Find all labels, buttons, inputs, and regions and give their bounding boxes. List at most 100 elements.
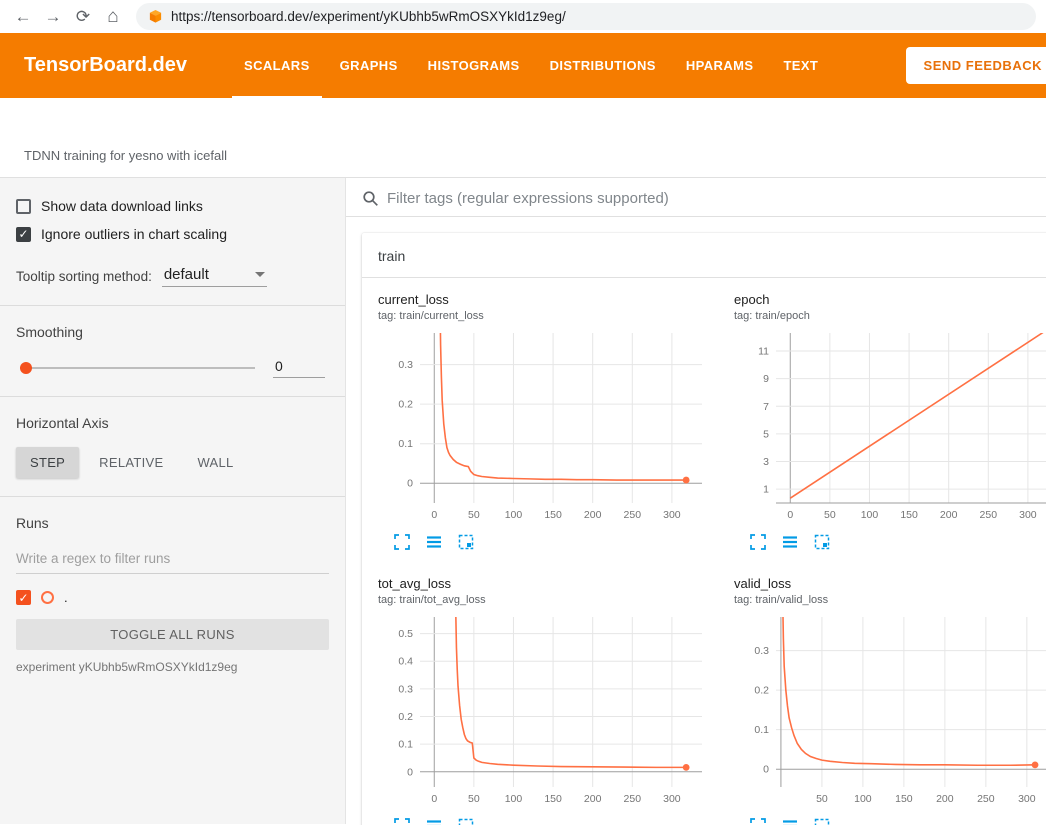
svg-text:100: 100 [854,793,872,805]
run-color-swatch-icon[interactable] [41,591,54,604]
svg-text:250: 250 [980,509,998,521]
tab-histograms[interactable]: HISTOGRAMS [413,33,535,98]
divider [0,496,345,497]
expand-chart-icon[interactable] [750,818,766,825]
tag-filter-input[interactable] [387,190,1038,207]
chart-card-valid-loss: valid_loss tag: train/valid_loss 5010015… [734,576,1046,825]
axis-relative-button[interactable]: RELATIVE [85,447,177,478]
svg-text:0: 0 [407,478,413,490]
svg-text:7: 7 [763,401,769,413]
chart-title: current_loss [378,292,708,307]
url-text: https://tensorboard.dev/experiment/yKUbh… [171,9,566,24]
svg-text:150: 150 [544,793,562,805]
svg-text:0.2: 0.2 [754,685,769,697]
ignore-outliers-checkbox[interactable]: ✓ Ignore outliers in chart scaling [16,226,329,242]
chart-title: tot_avg_loss [378,576,708,591]
tab-hparams[interactable]: HPARAMS [671,33,769,98]
horizontal-axis-buttons: STEP RELATIVE WALL [16,447,329,478]
svg-text:0: 0 [431,509,437,521]
svg-text:5: 5 [763,428,769,440]
expand-runs-icon[interactable] [426,534,442,550]
back-icon[interactable]: ← [10,4,36,30]
expand-runs-icon[interactable] [782,534,798,550]
line-chart-current-loss[interactable]: 05010015020025030000.10.20.3 [378,328,708,526]
show-download-links-checkbox[interactable]: Show data download links [16,198,329,214]
expand-runs-icon[interactable] [782,818,798,825]
checkbox-unchecked-icon[interactable] [16,199,31,214]
svg-text:0.3: 0.3 [398,359,413,371]
svg-text:50: 50 [468,509,480,521]
address-bar[interactable]: https://tensorboard.dev/experiment/yKUbh… [136,3,1036,30]
svg-text:150: 150 [544,509,562,521]
checkbox-checked-icon[interactable]: ✓ [16,227,31,242]
expand-chart-icon[interactable] [750,534,766,550]
show-download-links-label: Show data download links [41,198,203,214]
run-checkbox-icon[interactable]: ✓ [16,590,31,605]
send-feedback-button[interactable]: SEND FEEDBACK [906,47,1046,84]
tag-filter-row [346,178,1046,217]
fit-domain-icon[interactable] [458,534,474,550]
chart-actions [394,818,708,825]
app-header: TensorBoard.dev SCALARS GRAPHS HISTOGRAM… [0,33,1046,98]
tooltip-sorting-value: default [164,266,209,283]
train-section-header[interactable]: train [362,233,1046,278]
svg-text:200: 200 [584,793,602,805]
home-icon[interactable]: ⌂ [100,4,126,30]
tab-graphs[interactable]: GRAPHS [325,33,413,98]
smoothing-slider[interactable] [20,361,255,375]
chart-tag: tag: train/tot_avg_loss [378,594,708,606]
fit-domain-icon[interactable] [458,818,474,825]
svg-text:300: 300 [663,509,681,521]
run-row[interactable]: ✓ . [16,590,329,605]
svg-text:200: 200 [584,509,602,521]
axis-wall-button[interactable]: WALL [183,447,247,478]
chart-tag: tag: train/epoch [734,310,1046,322]
svg-text:0.3: 0.3 [398,683,413,695]
svg-text:9: 9 [763,373,769,385]
chart-actions [394,534,708,550]
slider-track[interactable] [20,367,255,369]
divider [0,396,345,397]
svg-text:100: 100 [505,793,523,805]
axis-step-button[interactable]: STEP [16,447,79,478]
chart-actions [750,818,1046,825]
line-chart-epoch[interactable]: 0501001502002503001357911 [734,328,1046,526]
tab-scalars[interactable]: SCALARS [229,33,325,98]
chart-tag: tag: train/valid_loss [734,594,1046,606]
toggle-all-runs-button[interactable]: TOGGLE ALL RUNS [16,619,329,650]
expand-chart-icon[interactable] [394,534,410,550]
tooltip-sorting-row: Tooltip sorting method: default [16,264,329,287]
settings-sidebar: Show data download links ✓ Ignore outlie… [0,178,346,824]
reload-icon[interactable]: ⟳ [70,4,96,30]
line-chart-valid-loss[interactable]: 5010015020025030000.10.20.3 [734,612,1046,810]
chart-tag: tag: train/current_loss [378,310,708,322]
line-chart-tot-avg-loss[interactable]: 05010015020025030000.10.20.30.40.5 [378,612,708,810]
chart-card-current-loss: current_loss tag: train/current_loss 0 50… [378,292,708,550]
train-section-card: train current_loss tag: train/current_lo… [362,233,1046,825]
svg-text:100: 100 [505,509,523,521]
expand-runs-icon[interactable] [426,818,442,825]
svg-text:0: 0 [407,766,413,778]
chart-title: epoch [734,292,1046,307]
forward-icon[interactable]: → [40,4,66,30]
runs-filter-input[interactable] [16,547,329,574]
tooltip-sorting-dropdown[interactable]: default [162,264,267,287]
svg-text:200: 200 [936,793,954,805]
svg-text:150: 150 [900,509,918,521]
svg-text:50: 50 [468,793,480,805]
fit-domain-icon[interactable] [814,534,830,550]
svg-text:50: 50 [816,793,828,805]
expand-chart-icon[interactable] [394,818,410,825]
smoothing-value-input[interactable]: 0 [273,358,325,378]
tab-distributions[interactable]: DISTRIBUTIONS [535,33,671,98]
svg-text:11: 11 [758,345,769,357]
svg-text:150: 150 [895,793,913,805]
divider [0,305,345,306]
svg-text:300: 300 [663,793,681,805]
fit-domain-icon[interactable] [814,818,830,825]
tab-text[interactable]: TEXT [768,33,833,98]
content: Show data download links ✓ Ignore outlie… [0,178,1046,824]
svg-text:250: 250 [624,793,642,805]
main-panel: train current_loss tag: train/current_lo… [346,178,1046,824]
slider-thumb[interactable] [20,362,32,374]
